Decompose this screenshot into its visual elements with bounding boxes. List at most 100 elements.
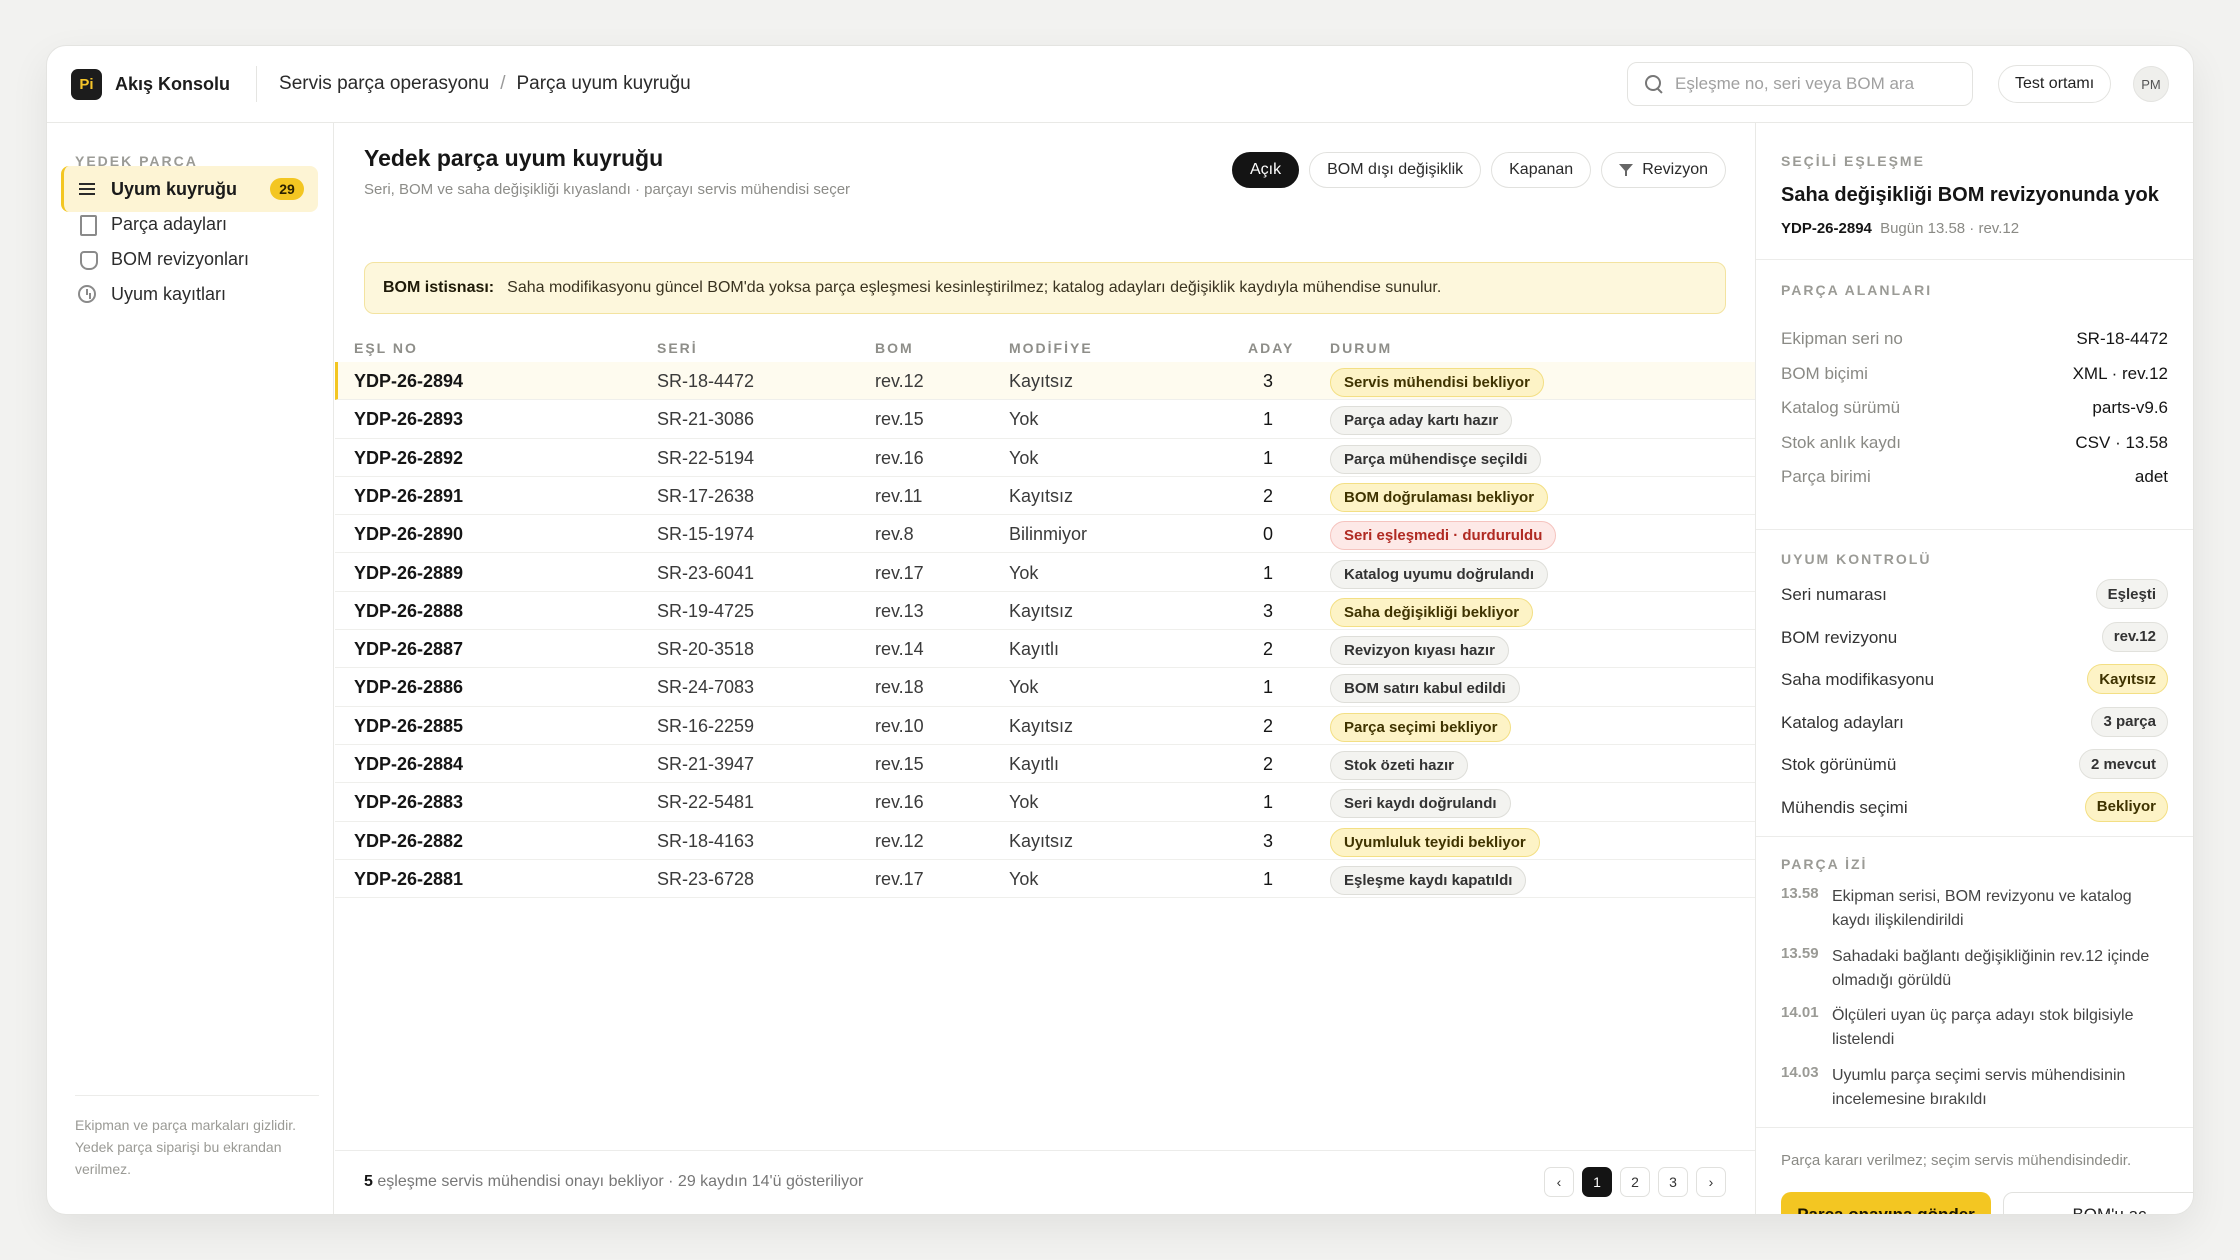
divider: [1756, 529, 2193, 530]
bom-revision: rev.16: [875, 447, 924, 468]
filter-open[interactable]: Açık: [1231, 152, 1300, 188]
selected-match-meta: YDP-26-2894 Bugün 13.58 · rev.12: [1781, 220, 2019, 237]
modification-status: Yok: [1009, 562, 1039, 583]
modification-status: Yok: [1009, 868, 1039, 889]
column-header-candidates[interactable]: ADAY: [1248, 340, 1294, 356]
serial-number: SR-18-4472: [657, 371, 755, 391]
modification-status: Kayıtsız: [1009, 715, 1074, 736]
field-row: Katalog sürümü parts-v9.6: [1781, 398, 2168, 422]
check-label: Saha modifikasyonu: [1781, 670, 1935, 689]
trace-description: Ölçüleri uyan üç parça adayı stok bilgis…: [1832, 1007, 2134, 1048]
serial-number: SR-19-4725: [657, 600, 755, 621]
table-row[interactable]: YDP-26-2885 SR-16-2259 rev.10 Kayıtsız 2 Parç…: [335, 707, 1755, 745]
table-header: EŞL NO SERİ BOM MODİFİYE ADAY DURUM: [335, 330, 1755, 366]
check-status-badge: 3 parça: [2091, 706, 2168, 737]
document-icon: [77, 214, 97, 236]
candidate-count: 1: [1262, 447, 1273, 468]
table-row[interactable]: YDP-26-2892 SR-22-5194 rev.16 Yok 1 Parça müh…: [335, 439, 1755, 477]
field-label: Parça birimi: [1781, 467, 1871, 486]
check-row: Stok görünümü 2 mevcut: [1781, 749, 2168, 781]
check-row: Seri numarası Eşleşti: [1781, 579, 2168, 611]
page-subtitle: Seri, BOM ve saha değişikliği kıyaslandı…: [364, 181, 851, 198]
table-row[interactable]: YDP-26-2888 SR-19-4725 rev.13 Kayıtsız 3 Saha…: [335, 592, 1755, 631]
candidate-count: 1: [1262, 868, 1273, 889]
column-header-serial[interactable]: SERİ: [657, 340, 698, 356]
field-label: Ekipman seri no: [1781, 329, 1903, 348]
field-row: BOM biçimi XML · rev.12: [1781, 364, 2168, 388]
candidate-count: 1: [1262, 562, 1273, 583]
candidate-count: 2: [1262, 485, 1273, 506]
environment-button[interactable]: Test ortamı: [1998, 65, 2112, 103]
field-value: SR-18-4472: [2076, 329, 2168, 348]
search-icon: [1645, 75, 1663, 93]
compliance-check-label: UYUM KONTROLÜ: [1781, 551, 1932, 567]
table-row[interactable]: YDP-26-2886 SR-24-7083 rev.18 Yok 1 BOM satır…: [335, 668, 1755, 707]
breadcrumb-item-operation[interactable]: Servis parça operasyonu: [279, 73, 489, 95]
page-3-button[interactable]: 3: [1658, 1167, 1688, 1197]
column-header-modified[interactable]: MODİFİYE: [1009, 340, 1093, 356]
next-page-button[interactable]: ›: [1696, 1167, 1726, 1197]
trace-time: 13.58: [1781, 885, 1819, 902]
filter-out-of-bom[interactable]: BOM dışı değişiklik: [1309, 152, 1482, 188]
pending-summary: 5 eşleşme servis mühendisi onayı bekliyo…: [364, 1173, 863, 1191]
bom-revision: rev.12: [875, 371, 924, 391]
status-badge: Seri kaydı doğrulandı: [1330, 789, 1511, 819]
search-input[interactable]: [1675, 74, 1965, 94]
table-row[interactable]: YDP-26-2884 SR-21-3947 rev.15 Kayıtlı 2 Stok …: [335, 745, 1755, 784]
field-row: Ekipman seri no SR-18-4472: [1781, 329, 2168, 353]
filter-closed[interactable]: Kapanan: [1491, 152, 1592, 188]
check-label: Stok görünümü: [1781, 755, 1897, 774]
clock-icon: [77, 284, 97, 304]
field-label: Stok anlık kaydı: [1781, 432, 1902, 452]
modification-status: Yok: [1009, 677, 1039, 698]
serial-number: SR-20-3518: [657, 639, 755, 660]
bom-revision: rev.18: [875, 677, 924, 698]
column-header-status[interactable]: DURUM: [1330, 340, 1392, 356]
table-row[interactable]: YDP-26-2894 SR-18-4472 rev.12 Kayıtsız 3 Serv…: [335, 362, 1755, 401]
user-avatar[interactable]: PM: [2133, 66, 2169, 102]
field-value: adet: [2134, 467, 2168, 486]
field-row: Stok anlık kaydı CSV · 13.58: [1781, 433, 2168, 457]
pending-summary-text: eşleşme servis mühendisi onayı bekliyor …: [377, 1173, 864, 1190]
candidate-count: 2: [1262, 639, 1273, 660]
table-row[interactable]: YDP-26-2882 SR-18-4163 rev.12 Kayıtsız 3 Uyum…: [335, 822, 1755, 860]
table-row[interactable]: YDP-26-2893 SR-21-3086 rev.15 Yok 1 Parça ada…: [335, 400, 1755, 439]
app-logo: Pi: [71, 68, 102, 100]
match-id: YDP-26-2883: [354, 792, 464, 813]
status-badge: Parça aday kartı hazır: [1330, 406, 1513, 436]
serial-number: SR-16-2259: [657, 715, 755, 736]
check-label: Seri numarası: [1781, 585, 1887, 604]
column-header-bom[interactable]: BOM: [875, 340, 914, 356]
table-row[interactable]: YDP-26-2889 SR-23-6041 rev.17 Yok 1 Katalog u…: [335, 554, 1755, 592]
candidate-count: 1: [1262, 792, 1273, 813]
match-id: YDP-26-2886: [354, 677, 464, 698]
table-row[interactable]: YDP-26-2891 SR-17-2638 rev.11 Kayıtsız 2 BOM …: [335, 477, 1755, 516]
send-to-part-approval-button[interactable]: Parça onayına gönder: [1781, 1192, 1991, 1214]
divider: [1756, 1127, 2193, 1128]
sidebar-item-compliance-records[interactable]: Uyum kayıtları: [61, 271, 318, 317]
table-row[interactable]: YDP-26-2887 SR-20-3518 rev.14 Kayıtlı 2 Reviz…: [335, 630, 1755, 669]
status-badge: Katalog uyumu doğrulandı: [1330, 559, 1548, 589]
table-row[interactable]: YDP-26-2881 SR-23-6728 rev.17 Yok 1 Eşleşme k…: [335, 860, 1755, 899]
table-row[interactable]: YDP-26-2890 SR-15-1974 rev.8 Bilinmiyor 0 Ser…: [335, 515, 1755, 554]
trace-time: 13.59: [1781, 944, 1819, 962]
sidebar-item-label: BOM revizyonları: [111, 248, 250, 269]
check-status-badge: Bekliyor: [2084, 791, 2168, 822]
prev-page-button[interactable]: ‹: [1544, 1167, 1574, 1197]
page-1-button[interactable]: 1: [1582, 1167, 1612, 1197]
open-bom-button[interactable]: BOM'u aç: [2003, 1192, 2193, 1214]
match-id: YDP-26-2894: [354, 371, 464, 391]
check-status-badge: Kayıtsız: [2087, 664, 2168, 694]
decision-note: Parça kararı verilmez; seçim servis mühe…: [1781, 1152, 2132, 1169]
page-2-button[interactable]: 2: [1620, 1167, 1650, 1197]
serial-number: SR-23-6041: [657, 562, 755, 583]
modification-status: Kayıtlı: [1009, 754, 1060, 774]
bom-revision: rev.14: [875, 639, 924, 660]
table-row[interactable]: YDP-26-2883 SR-22-5481 rev.16 Yok 1 Seri kayd…: [335, 783, 1755, 822]
search-box[interactable]: [1627, 62, 1973, 106]
column-header-id[interactable]: EŞL NO: [354, 340, 418, 356]
bom-revision: rev.17: [875, 562, 924, 583]
filter-revision[interactable]: Revizyon: [1601, 152, 1726, 188]
serial-number: SR-21-3947: [657, 754, 755, 774]
pagination: ‹ 1 2 3 ›: [1544, 1167, 1726, 1197]
